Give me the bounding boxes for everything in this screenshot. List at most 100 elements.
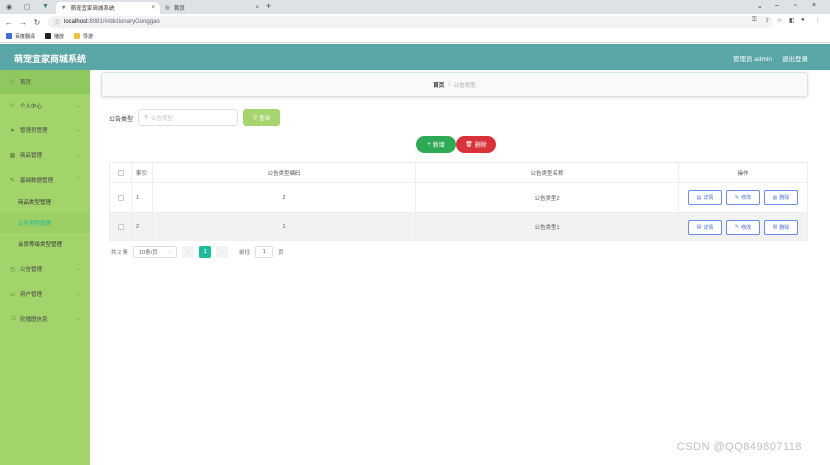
clock-icon: ◷ [9, 266, 16, 273]
header-cell [110, 163, 132, 182]
new-tab-button[interactable]: + [266, 1, 271, 11]
header-cell: 操作 [737, 170, 749, 177]
sidebar-subitem-goods-type[interactable]: 商品类型管理 [0, 192, 90, 212]
vue-favicon-icon: ▼ [61, 5, 67, 11]
sidebar-subitem-member-level[interactable]: 会员等级类型管理 [0, 234, 90, 254]
app-title: 萌宠宜家商城系统 [14, 54, 87, 64]
table-row: 1 2 公告类型2 ▤ 详情 ✎ 修改 ▥ 删除 [110, 183, 807, 213]
total-count: 共 2 条 [111, 250, 129, 256]
globe-icon: ◍ [165, 5, 170, 11]
bookmarks-bar: 百度翻译 播放 导游 [0, 30, 830, 43]
search-icon: ⚲ [144, 114, 149, 121]
breadcrumb: 首页 / 公告类型 [101, 72, 808, 97]
url-field[interactable]: ⓘ localhost:8081/#/dictionaryGonggao [48, 16, 773, 28]
sidebar-item-notice[interactable]: ◷ 公告管理 ⌄ [0, 257, 90, 281]
account-icon[interactable]: ● [801, 17, 805, 23]
edit-button[interactable]: ✎ 修改 [726, 219, 760, 235]
table-cell: 1 [153, 213, 416, 241]
row-delete-button[interactable]: ▥ 删除 [764, 190, 798, 205]
tab-search-icon[interactable]: ⌄ [757, 2, 763, 10]
tab-list-icon[interactable]: ▢ [24, 3, 31, 11]
folder-icon: ▭ [9, 291, 16, 298]
home-icon: ⌂ [10, 79, 15, 85]
breadcrumb-separator: / [448, 81, 450, 88]
sidebar-item-home[interactable]: ⌂ 首页 [0, 70, 90, 94]
watermark: CSDN @QQ849807118 [676, 441, 802, 453]
user-label: 管理员 admin [732, 56, 772, 63]
sidepanel-icon[interactable]: ◧ [789, 17, 795, 24]
browser-tab-active[interactable]: ▼ 萌宠宜家商城系统 × [56, 2, 160, 14]
prev-page-button[interactable]: ‹ [182, 246, 195, 258]
maximize-icon[interactable]: ▫ [794, 2, 796, 9]
sidebar-item-admin[interactable]: ➤ 管理员管理 ⌄ [0, 118, 90, 142]
search-input[interactable]: ⚲ 公告类型 [138, 109, 238, 126]
app-header: 萌宠宜家商城系统 管理员 admin 退出登录 [0, 44, 830, 70]
folder-icon [74, 33, 81, 39]
browser-profile-icon[interactable]: ◉ [6, 3, 12, 11]
page-number-current[interactable]: 1 [199, 246, 212, 258]
minimize-icon[interactable]: – [775, 2, 779, 9]
sidebar-item-goods[interactable]: ▦ 商品管理 ⌄ [0, 143, 90, 167]
document-icon: ▤ [696, 194, 702, 201]
chevron-down-icon: ⌄ [75, 316, 80, 322]
user-icon: ☺ [9, 103, 16, 109]
header-cell: 公告类型名称 [416, 163, 679, 182]
table-cell: ▤ 详情 ✎ 修改 ▥ 删除 [679, 213, 807, 241]
browser-tab[interactable]: ◍ 首页 × [160, 2, 264, 14]
edit-icon: ✎ [9, 177, 16, 184]
shuffle-icon: ⤨ [10, 315, 15, 322]
row-delete-button[interactable]: ▥ 删除 [764, 219, 798, 235]
chevron-down-icon: ⌄ [75, 127, 80, 133]
browser-tab-bar: ◉ ▢ ▼ ▼ 萌宠宜家商城系统 × ◍ 首页 × + ⌄ – ▫ × [0, 0, 830, 14]
header-actions: 管理员 admin 退出登录 [733, 53, 808, 63]
goto-page-input[interactable]: 1 [255, 246, 274, 258]
page-suffix: 页 [278, 250, 284, 256]
detail-button[interactable]: ▤ 详情 [688, 219, 722, 235]
sidebar: ⌂ 首页 ☺ 个人中心 ⌄ ➤ 管理员管理 ⌄ ▦ 商品管理 ⌄ ✎ 基础数据管… [0, 70, 90, 465]
share-icon[interactable]: ⇪ [765, 17, 770, 24]
table-cell: 公告类型1 [416, 213, 679, 241]
close-window-icon[interactable]: × [812, 2, 816, 9]
tab-close-icon[interactable]: × [255, 5, 259, 11]
menu-icon[interactable]: ⋮ [815, 17, 821, 24]
next-page-button[interactable]: › [216, 246, 229, 258]
sidebar-item-profile[interactable]: ☺ 个人中心 ⌄ [0, 94, 90, 118]
bookmark-item[interactable]: 导游 [74, 33, 93, 40]
key-icon[interactable]: ⚿ [752, 17, 757, 24]
star-icon[interactable]: ☆ [777, 17, 782, 24]
detail-button[interactable]: ▤ 详情 [688, 190, 722, 205]
document-icon: ▤ [696, 224, 702, 230]
translate-icon [6, 33, 12, 39]
bookmark-item[interactable]: 播放 [45, 33, 64, 40]
breadcrumb-home[interactable]: 首页 [433, 81, 444, 89]
reload-icon[interactable]: ↻ [30, 18, 44, 27]
trash-icon: 🗑 [465, 142, 473, 148]
add-button[interactable]: + 新增 [416, 136, 456, 153]
table-cell: 公告类型2 [416, 183, 679, 212]
sidebar-item-carousel[interactable]: ⤨ 轮播图信息 ⌄ [0, 307, 90, 331]
sidebar-item-users[interactable]: ▭ 用户管理 ⌄ [0, 282, 90, 306]
row-checkbox[interactable] [117, 224, 124, 230]
address-bar-row: ← → ↻ ⓘ localhost:8081/#/dictionaryGongg… [0, 14, 830, 30]
row-checkbox[interactable] [117, 194, 124, 201]
forward-icon[interactable]: → [16, 18, 30, 27]
bookmark-item[interactable]: 百度翻译 [6, 33, 35, 40]
delete-button[interactable]: 🗑 删除 [456, 136, 496, 153]
table-cell: 1 [132, 183, 153, 212]
grid-icon: ▦ [9, 152, 16, 159]
sidebar-item-basedata[interactable]: ✎ 基础数据管理 ⌃ [0, 168, 90, 192]
table-row: 2 1 公告类型1 ▤ 详情 ✎ 修改 ▥ 删除 [110, 213, 807, 241]
edit-icon: ✎ [734, 194, 740, 201]
tab-close-icon[interactable]: × [151, 5, 155, 11]
search-button[interactable]: ⚲ 查询 [243, 109, 280, 126]
edit-button[interactable]: ✎ 修改 [726, 190, 760, 205]
plus-icon: + [427, 141, 431, 148]
table-header-row: 索引 公告类型编码 公告类型名称 操作 [110, 163, 807, 183]
sidebar-subitem-notice-type[interactable]: 公告类型管理 [0, 213, 90, 233]
logout-link[interactable]: 退出登录 [782, 53, 808, 63]
back-icon[interactable]: ← [2, 18, 16, 27]
pagination: 共 2 条 10条/页 ⌄ ‹ 1 › 前往 1 页 [111, 246, 284, 258]
page-size-select[interactable]: 10条/页 ⌄ [133, 246, 178, 258]
select-all-checkbox[interactable] [117, 169, 124, 176]
header-cell: 公告类型编码 [153, 163, 416, 182]
